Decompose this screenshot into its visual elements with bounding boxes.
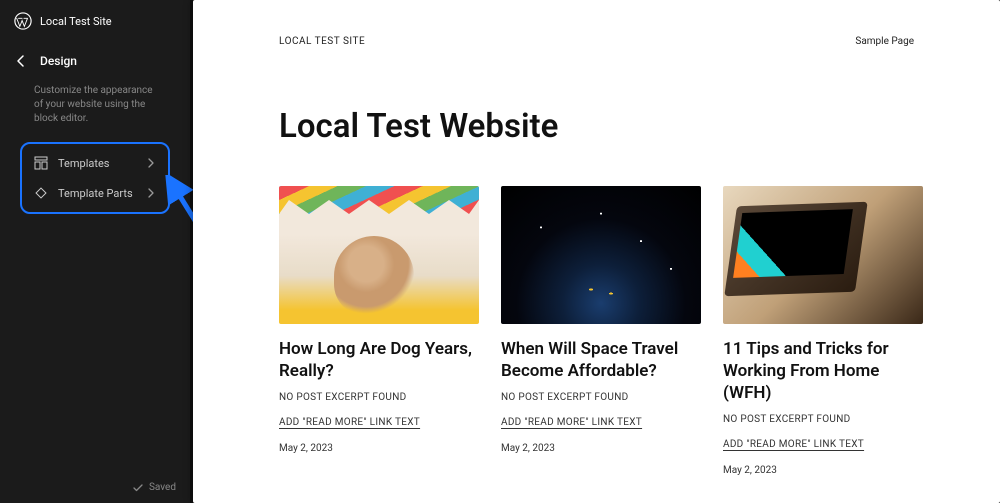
post-date: May 2, 2023	[723, 465, 923, 476]
preview-nav-link[interactable]: Sample Page	[855, 36, 914, 47]
sidebar: Local Test Site Design Customize the app…	[0, 0, 190, 503]
post-featured-image[interactable]	[279, 186, 479, 324]
sidebar-item-templates[interactable]: Templates	[22, 148, 168, 178]
post-excerpt: NO POST EXCERPT FOUND	[501, 392, 701, 403]
post-title[interactable]: When Will Space Travel Become Affordable…	[501, 338, 701, 382]
check-icon	[133, 483, 143, 493]
sidebar-item-label: Template Parts	[58, 187, 136, 200]
post-title[interactable]: 11 Tips and Tricks for Working From Home…	[723, 338, 923, 404]
panel-description: Customize the appearance of your website…	[0, 80, 190, 136]
posts-grid: How Long Are Dog Years, Really? NO POST …	[193, 186, 1000, 476]
post-card[interactable]: When Will Space Travel Become Affordable…	[501, 186, 701, 476]
preview-brand[interactable]: LOCAL TEST SITE	[279, 36, 365, 47]
post-featured-image[interactable]	[501, 186, 701, 324]
post-read-more-link[interactable]: ADD "READ MORE" LINK TEXT	[279, 417, 420, 428]
preview-panel: LOCAL TEST SITE Sample Page Local Test W…	[193, 0, 1000, 503]
chevron-right-icon	[146, 158, 156, 168]
post-card[interactable]: How Long Are Dog Years, Really? NO POST …	[279, 186, 479, 476]
design-heading-row: Design	[0, 42, 190, 80]
post-date: May 2, 2023	[501, 443, 701, 454]
site-header[interactable]: Local Test Site	[0, 0, 190, 42]
post-title[interactable]: How Long Are Dog Years, Really?	[279, 338, 479, 382]
status-bar: Saved	[0, 472, 190, 503]
post-featured-image[interactable]	[723, 186, 923, 324]
annotation-highlight-box: Templates Template Parts	[20, 142, 170, 214]
diamond-icon	[34, 186, 48, 200]
post-card[interactable]: 11 Tips and Tricks for Working From Home…	[723, 186, 923, 476]
wordpress-icon	[14, 12, 32, 30]
preview-header: LOCAL TEST SITE Sample Page	[193, 0, 1000, 47]
status-text: Saved	[149, 482, 176, 493]
post-read-more-link[interactable]: ADD "READ MORE" LINK TEXT	[723, 439, 864, 450]
post-excerpt: NO POST EXCERPT FOUND	[279, 392, 479, 403]
sidebar-item-template-parts[interactable]: Template Parts	[22, 178, 168, 208]
site-name: Local Test Site	[40, 15, 112, 28]
chevron-right-icon	[146, 188, 156, 198]
post-read-more-link[interactable]: ADD "READ MORE" LINK TEXT	[501, 417, 642, 428]
sidebar-item-label: Templates	[58, 157, 136, 170]
post-date: May 2, 2023	[279, 443, 479, 454]
post-excerpt: NO POST EXCERPT FOUND	[723, 414, 923, 425]
layout-icon	[34, 156, 48, 170]
preview-site-title: Local Test Website	[193, 47, 1000, 186]
panel-title: Design	[40, 54, 77, 68]
back-chevron-icon[interactable]	[14, 54, 28, 68]
